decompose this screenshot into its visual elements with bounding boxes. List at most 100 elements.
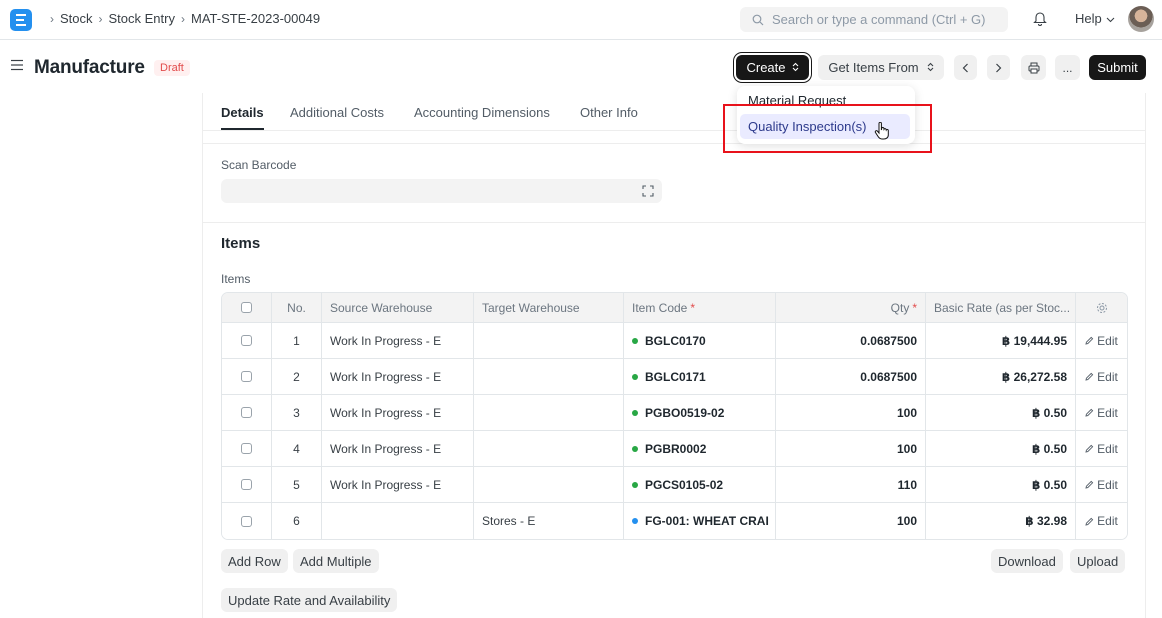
target-warehouse-cell[interactable]	[474, 359, 624, 394]
source-warehouse-cell[interactable]: Work In Progress - E	[322, 431, 474, 466]
item-code-cell[interactable]: PGBO0519-02	[624, 395, 776, 430]
column-header-qty[interactable]: Qty *	[776, 293, 926, 322]
row-select-cell	[222, 323, 272, 358]
row-checkbox[interactable]	[241, 335, 252, 346]
print-button[interactable]	[1021, 55, 1046, 80]
column-header-item-code[interactable]: Item Code *	[624, 293, 776, 322]
qty-cell[interactable]: 0.0687500	[776, 323, 926, 358]
breadcrumb-stock[interactable]: Stock	[60, 11, 93, 26]
help-menu[interactable]: Help	[1075, 11, 1115, 26]
table-row[interactable]: 3 Work In Progress - E PGBO0519-02 100 ฿ 0.5…	[222, 395, 1127, 431]
upload-button[interactable]: Upload	[1070, 549, 1126, 573]
submit-button[interactable]: Submit	[1089, 55, 1146, 80]
tab-details[interactable]: Details	[221, 105, 264, 120]
table-row[interactable]: 1 Work In Progress - E BGLC0170 0.0687500 ฿ …	[222, 323, 1127, 359]
add-row-button[interactable]: Add Row	[221, 549, 288, 573]
basic-rate-cell[interactable]: ฿ 0.50	[926, 467, 1076, 502]
qty-cell[interactable]: 110	[776, 467, 926, 502]
target-warehouse-cell[interactable]: Stores - E	[474, 503, 624, 539]
get-items-label: Get Items From	[828, 60, 919, 75]
basic-rate-cell[interactable]: ฿ 0.50	[926, 431, 1076, 466]
scan-barcode-label: Scan Barcode	[221, 158, 297, 172]
item-code-header-label: Item Code	[632, 300, 688, 315]
row-edit-button[interactable]: Edit	[1076, 395, 1127, 430]
row-number: 3	[272, 395, 322, 430]
update-rate-button[interactable]: Update Rate and Availability	[221, 588, 398, 612]
row-edit-button[interactable]: Edit	[1076, 359, 1127, 394]
chevron-right-icon: ›	[98, 11, 103, 26]
basic-rate-cell[interactable]: ฿ 26,272.58	[926, 359, 1076, 394]
row-edit-button[interactable]: Edit	[1076, 323, 1127, 358]
item-code-cell[interactable]: PGBR0002	[624, 431, 776, 466]
item-code-value: PGBR0002	[645, 441, 707, 456]
table-row[interactable]: 2 Work In Progress - E BGLC0171 0.0687500 ฿ …	[222, 359, 1127, 395]
target-warehouse-cell[interactable]	[474, 323, 624, 358]
row-select-cell	[222, 467, 272, 502]
row-edit-button[interactable]: Edit	[1076, 503, 1127, 539]
select-all-checkbox[interactable]	[241, 302, 252, 313]
item-code-cell[interactable]: PGCS0105-02	[624, 467, 776, 502]
breadcrumb-document[interactable]: MAT-STE-2023-00049	[191, 11, 320, 26]
source-warehouse-cell[interactable]: Work In Progress - E	[322, 467, 474, 502]
row-checkbox[interactable]	[241, 479, 252, 490]
source-warehouse-cell[interactable]: Work In Progress - E	[322, 395, 474, 430]
items-table-label: Items	[221, 272, 251, 286]
row-checkbox[interactable]	[241, 371, 252, 382]
create-button[interactable]: Create	[736, 55, 809, 80]
column-header-basic-rate[interactable]: Basic Rate (as per Stoc...	[926, 293, 1076, 322]
download-button[interactable]: Download	[991, 549, 1063, 573]
target-warehouse-cell[interactable]	[474, 431, 624, 466]
breadcrumb-stock-entry[interactable]: Stock Entry	[109, 11, 175, 26]
target-warehouse-cell[interactable]	[474, 395, 624, 430]
row-checkbox[interactable]	[241, 443, 252, 454]
app-logo[interactable]	[10, 9, 32, 31]
tab-other-info[interactable]: Other Info	[580, 105, 638, 120]
basic-rate-cell[interactable]: ฿ 32.98	[926, 503, 1076, 539]
column-header-target-warehouse[interactable]: Target Warehouse	[474, 293, 624, 322]
row-edit-button[interactable]: Edit	[1076, 431, 1127, 466]
row-checkbox[interactable]	[241, 515, 252, 527]
item-code-cell[interactable]: FG-001: WHEAT CRAI	[624, 503, 776, 539]
add-multiple-button[interactable]: Add Multiple	[293, 549, 379, 573]
active-tab-indicator	[221, 128, 264, 130]
search-input[interactable]: Search or type a command (Ctrl + G)	[740, 7, 1008, 32]
get-items-from-button[interactable]: Get Items From	[818, 55, 944, 80]
qty-cell[interactable]: 0.0687500	[776, 359, 926, 394]
basic-rate-cell[interactable]: ฿ 19,444.95	[926, 323, 1076, 358]
scan-barcode-input[interactable]	[221, 179, 662, 203]
edit-label: Edit	[1097, 514, 1118, 528]
gear-icon[interactable]	[1096, 302, 1108, 314]
more-actions-button[interactable]: ...	[1055, 55, 1080, 80]
row-select-cell	[222, 431, 272, 466]
tab-additional-costs[interactable]: Additional Costs	[290, 105, 384, 120]
table-row[interactable]: 6 Stores - E FG-001: WHEAT CRAI 100 ฿ 32.98 E…	[222, 503, 1127, 539]
row-checkbox[interactable]	[241, 407, 252, 418]
chevron-down-icon	[1106, 11, 1115, 26]
row-edit-button[interactable]: Edit	[1076, 467, 1127, 502]
status-dot	[632, 373, 638, 380]
avatar[interactable]	[1128, 6, 1154, 32]
menu-icon[interactable]	[10, 59, 24, 74]
bell-icon[interactable]	[1033, 10, 1047, 29]
edit-label: Edit	[1097, 333, 1118, 348]
item-code-cell[interactable]: BGLC0170	[624, 323, 776, 358]
qty-cell[interactable]: 100	[776, 395, 926, 430]
edit-label: Edit	[1097, 441, 1118, 456]
next-document-button[interactable]	[987, 55, 1010, 80]
table-row[interactable]: 4 Work In Progress - E PGBR0002 100 ฿ 0.50 Ed…	[222, 431, 1127, 467]
table-row[interactable]: 5 Work In Progress - E PGCS0105-02 110 ฿ 0.5…	[222, 467, 1127, 503]
source-warehouse-cell[interactable]: Work In Progress - E	[322, 359, 474, 394]
qty-cell[interactable]: 100	[776, 431, 926, 466]
qty-cell[interactable]: 100	[776, 503, 926, 539]
chevron-right-icon: ›	[50, 11, 54, 26]
source-warehouse-cell[interactable]: Work In Progress - E	[322, 323, 474, 358]
status-dot	[632, 518, 638, 524]
basic-rate-cell[interactable]: ฿ 0.50	[926, 395, 1076, 430]
target-warehouse-cell[interactable]	[474, 467, 624, 502]
source-warehouse-cell[interactable]	[322, 503, 474, 539]
scan-icon[interactable]	[642, 185, 654, 200]
tab-accounting-dimensions[interactable]: Accounting Dimensions	[414, 105, 550, 120]
item-code-cell[interactable]: BGLC0171	[624, 359, 776, 394]
previous-document-button[interactable]	[954, 55, 977, 80]
column-header-source-warehouse[interactable]: Source Warehouse	[322, 293, 474, 322]
